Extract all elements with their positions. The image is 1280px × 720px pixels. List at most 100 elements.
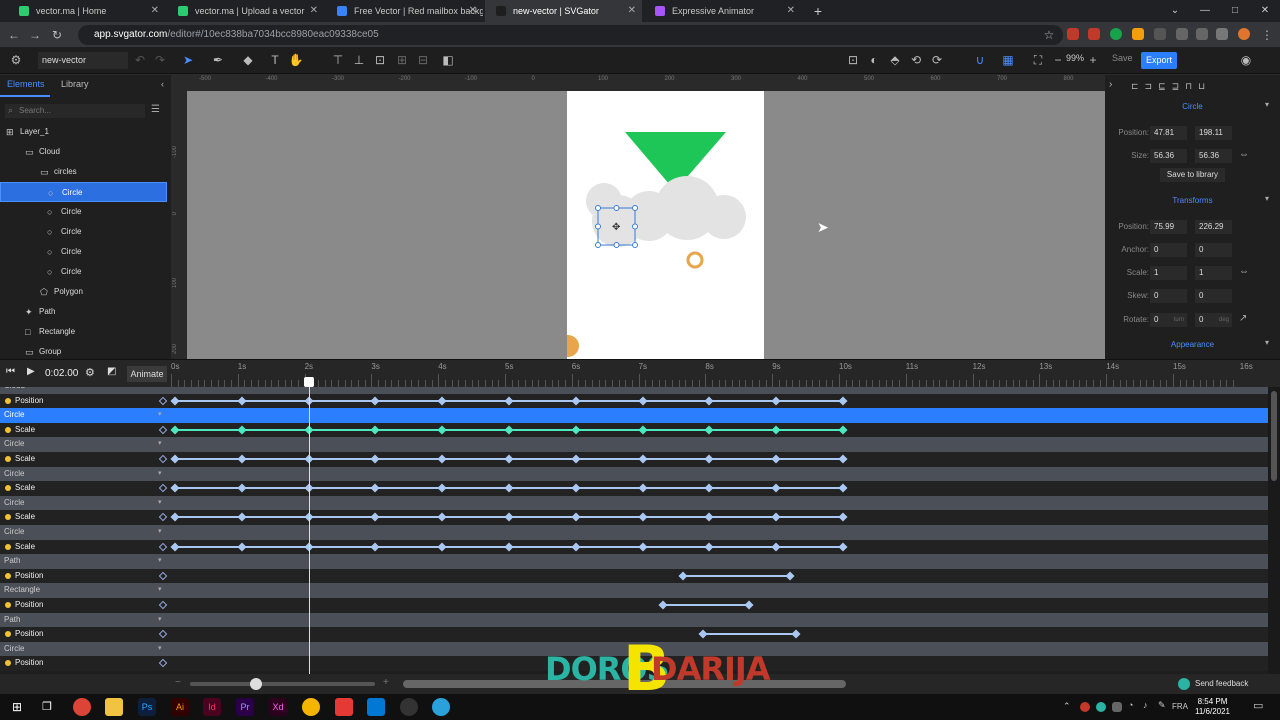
keyframe-diamond[interactable]	[704, 454, 714, 464]
puzzle-icon[interactable]	[1216, 28, 1228, 40]
fullscreen-icon[interactable]: ⛶	[1030, 52, 1046, 68]
keyframe-diamond[interactable]	[504, 396, 514, 406]
tab-close-icon[interactable]: ✕	[787, 0, 795, 22]
tab-elements[interactable]: Elements	[7, 79, 45, 89]
timeline-group-row[interactable]: ▾ Circle	[0, 408, 1268, 423]
tab-close-icon[interactable]: ✕	[310, 0, 318, 22]
keyframe-diamond[interactable]	[771, 542, 781, 552]
anchor-x-field[interactable]: 0	[1150, 243, 1187, 257]
photoshop-icon[interactable]: Ps	[138, 698, 156, 716]
rotate-alt-icon[interactable]: ⟳	[929, 52, 945, 68]
tree-item[interactable]: ⊞ Layer_1	[0, 122, 167, 142]
chevron-down-icon[interactable]: ▾	[158, 467, 162, 482]
timeline-property-row[interactable]: Position	[0, 656, 1268, 671]
browser-tab[interactable]: vector.ma | Upload a vector ✕	[167, 0, 324, 22]
add-keyframe-icon[interactable]	[158, 659, 168, 668]
list-menu-icon[interactable]: ☰	[151, 104, 160, 115]
timeline-property-row[interactable]: Position	[0, 627, 1268, 642]
expand-panel-icon[interactable]: ›	[1109, 79, 1112, 90]
boolean-icon[interactable]: ◧	[440, 52, 456, 68]
timeline-property-row[interactable]: Position	[0, 568, 1268, 584]
keyframe-diamond[interactable]	[504, 512, 514, 522]
group-icon[interactable]: ⊞	[394, 52, 410, 68]
timeline-scrollbar[interactable]	[1268, 387, 1280, 674]
hand-tool-icon[interactable]: ✋	[288, 52, 304, 68]
keyframe-diamond[interactable]	[170, 425, 180, 435]
rewind-icon[interactable]: ⏮	[6, 366, 15, 377]
add-keyframe-icon[interactable]	[158, 629, 168, 639]
add-keyframe-icon[interactable]	[158, 396, 168, 405]
align-top-icon[interactable]: ⊤	[330, 52, 346, 68]
tab-close-icon[interactable]: ✕	[151, 0, 159, 22]
extension-vp-icon[interactable]	[1088, 28, 1100, 40]
keyframe-diamond[interactable]	[437, 512, 447, 522]
keyframe-diamond[interactable]	[771, 512, 781, 522]
chevron-down-icon[interactable]: ▾	[158, 496, 162, 511]
easing-icon[interactable]: ◩	[107, 366, 116, 377]
keyframe-diamond[interactable]	[771, 483, 781, 493]
add-keyframe-icon[interactable]	[158, 483, 168, 493]
fit-icon[interactable]: ⊡	[845, 52, 861, 68]
keyframe-diamond[interactable]	[704, 396, 714, 406]
new-tab-button[interactable]: +	[809, 2, 827, 20]
pen-icon[interactable]: ✎	[1158, 700, 1166, 711]
position-x-field[interactable]: 47.81	[1150, 126, 1187, 140]
profile-avatar[interactable]	[1238, 28, 1250, 40]
keyframe-diamond[interactable]	[571, 483, 581, 493]
keyframe-diamond[interactable]	[571, 454, 581, 464]
timeline-group-row[interactable]: ▾ Circle	[0, 641, 1268, 657]
keyframe-diamond[interactable]	[771, 396, 781, 406]
size-height-field[interactable]: 56.36	[1195, 149, 1232, 163]
keyframe-diamond[interactable]	[170, 454, 180, 464]
orange-ball[interactable]	[557, 335, 579, 357]
tab-close-icon[interactable]: ✕	[469, 0, 477, 22]
camera-icon[interactable]	[1196, 28, 1208, 40]
keyframe-diamond[interactable]	[704, 542, 714, 552]
chevron-down-icon[interactable]: ▾	[158, 408, 162, 423]
position-y-field[interactable]: 198.11	[1195, 126, 1232, 140]
keyframe-diamond[interactable]	[838, 425, 848, 435]
premiere-icon[interactable]: Pr	[236, 698, 254, 716]
keyframe-diamond[interactable]	[170, 512, 180, 522]
project-name-input[interactable]	[38, 52, 128, 69]
extension-icon[interactable]	[1154, 28, 1166, 40]
keyframe-diamond[interactable]	[704, 425, 714, 435]
tree-item[interactable]: ✦ Path	[0, 302, 167, 322]
anchor-y-field[interactable]: 0	[1195, 243, 1232, 257]
back-icon[interactable]: ←	[5, 26, 23, 44]
keyframe-diamond[interactable]	[658, 600, 668, 610]
grid-icon[interactable]: ▦	[1000, 52, 1016, 68]
add-keyframe-icon[interactable]	[158, 513, 168, 522]
tray-icon[interactable]	[1112, 702, 1122, 712]
file-explorer-icon[interactable]	[105, 698, 123, 716]
add-keyframe-icon[interactable]	[158, 542, 168, 551]
keyframe-diamond[interactable]	[571, 512, 581, 522]
timeline-property-row[interactable]: Scale	[0, 422, 1268, 438]
shapes-tool-icon[interactable]: ◆	[240, 52, 256, 68]
orange-ring[interactable]	[686, 251, 704, 269]
scale-x-field[interactable]: 1	[1150, 266, 1187, 280]
link-icon[interactable]: ⇔	[1239, 266, 1249, 277]
tray-icon[interactable]	[1096, 702, 1106, 712]
close-window-icon[interactable]: ✕	[1250, 0, 1280, 22]
keyframe-diamond[interactable]	[437, 396, 447, 406]
keyframe-diamond[interactable]	[237, 512, 247, 522]
chevron-down-icon[interactable]: ▾	[158, 554, 162, 569]
layer-search-input[interactable]: Search...	[5, 104, 145, 118]
tab-library[interactable]: Library	[61, 79, 89, 89]
section-transforms-header[interactable]: Transforms	[1105, 194, 1280, 208]
keyframe-diamond[interactable]	[504, 425, 514, 435]
timeline-group-row[interactable]: ▾ Path	[0, 554, 1268, 569]
add-keyframe-icon[interactable]	[158, 454, 168, 464]
timeline-ruler[interactable]: 0s 1s 2s 3s 4s 5s 6s 7s 8s 9s 10s 11s 12s 13s 14s 15s 16…	[171, 360, 1267, 388]
timeline-property-row[interactable]: Scale	[0, 452, 1268, 467]
bookmark-star-icon[interactable]: ☆	[1040, 26, 1058, 44]
ungroup-icon[interactable]: ⊟	[415, 52, 431, 68]
timeline-group-row[interactable]: ▾ Circle	[0, 495, 1268, 511]
send-feedback-link[interactable]: Send feedback	[1195, 679, 1248, 688]
zoom-in-icon[interactable]: +	[1085, 52, 1101, 68]
keyframe-diamond[interactable]	[838, 454, 848, 464]
timeline-group-row[interactable]: ▾ Circle	[0, 466, 1268, 482]
playhead-line[interactable]	[309, 378, 310, 675]
windows-start-icon[interactable]: ⊞	[8, 698, 26, 716]
